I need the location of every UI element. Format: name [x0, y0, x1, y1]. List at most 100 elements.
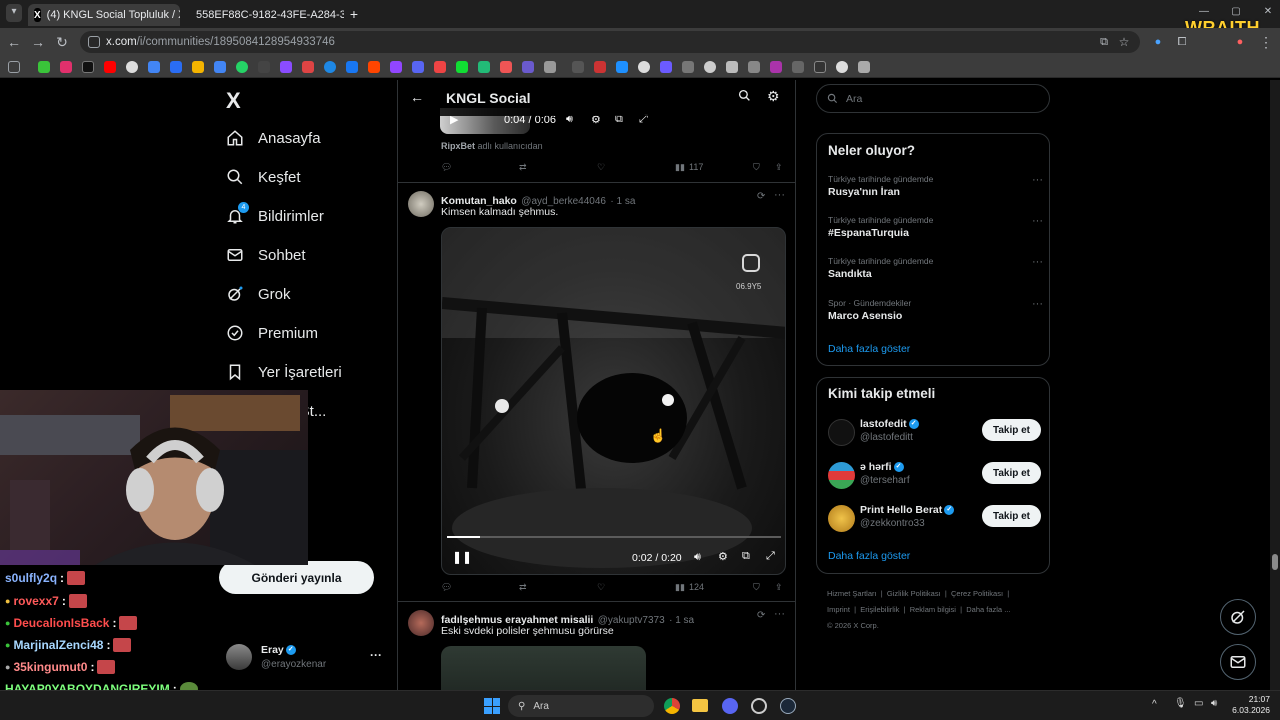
- trend-item[interactable]: Türkiye tarihinde gündemde #EspanaTurqui…: [828, 215, 1043, 239]
- more-options-icon[interactable]: ···: [1032, 256, 1043, 268]
- grok-icon[interactable]: ⟳: [757, 610, 765, 621]
- sidebar-item-notifications[interactable]: 4 Bildirimler: [226, 201, 324, 231]
- page-scrollbar[interactable]: [1270, 80, 1280, 690]
- forward-icon[interactable]: →: [30, 34, 46, 50]
- footer-link[interactable]: Erişilebilirlik: [860, 605, 899, 614]
- account-switcher[interactable]: Eray ✓ @erayozkenar ···: [226, 640, 396, 680]
- bookmark-icon[interactable]: [82, 61, 94, 73]
- like-icon[interactable]: ♡: [597, 582, 605, 593]
- more-options-icon[interactable]: ···: [774, 189, 785, 201]
- file-explorer-icon[interactable]: [692, 699, 708, 712]
- profile-avatar-icon[interactable]: ●: [1232, 34, 1248, 50]
- bookmark-icon[interactable]: [324, 61, 336, 73]
- close-window-icon[interactable]: ✕: [1260, 4, 1276, 20]
- grok-icon[interactable]: ⟳: [757, 191, 765, 202]
- bookmark-icon[interactable]: [148, 61, 160, 73]
- back-arrow-icon[interactable]: ←: [410, 89, 424, 105]
- search-icon[interactable]: [738, 89, 751, 102]
- bookmark-icon[interactable]: [126, 61, 138, 73]
- more-options-icon[interactable]: ···: [1032, 298, 1043, 310]
- bookmark-icon[interactable]: ⛉: [753, 582, 760, 593]
- network-icon[interactable]: ▭: [1194, 698, 1203, 709]
- clock[interactable]: 21:07 6.03.2026: [1232, 694, 1270, 716]
- bookmark-icon[interactable]: [770, 61, 782, 73]
- bookmark-icon[interactable]: [104, 61, 116, 73]
- bookmark-icon[interactable]: [478, 61, 490, 73]
- bookmark-icon[interactable]: [236, 61, 248, 73]
- retweet-icon[interactable]: ⇄: [519, 162, 527, 173]
- bookmark-icon[interactable]: [836, 61, 848, 73]
- sidebar-item-home[interactable]: Anasayfa: [226, 123, 321, 153]
- install-app-icon[interactable]: ⧉: [1096, 34, 1112, 50]
- bookmark-icon[interactable]: [704, 61, 716, 73]
- footer-link[interactable]: Imprint: [827, 605, 850, 614]
- bookmark-icon[interactable]: [682, 61, 694, 73]
- credit-user[interactable]: RipxBet: [441, 141, 475, 151]
- back-icon[interactable]: ←: [6, 34, 22, 50]
- follow-button[interactable]: Takip et: [982, 462, 1041, 484]
- tab-search-button[interactable]: ▾: [6, 4, 22, 22]
- start-button-icon[interactable]: [484, 698, 500, 714]
- follow-suggestion[interactable]: lastofedit ✓ @lastofeditt Takip et: [817, 416, 1051, 456]
- more-options-icon[interactable]: ···: [774, 608, 785, 620]
- x-logo-icon[interactable]: X: [226, 88, 241, 114]
- like-icon[interactable]: ♡: [597, 162, 605, 173]
- bookmark-icon[interactable]: [814, 61, 826, 73]
- reply-icon[interactable]: 💬︎: [441, 582, 452, 593]
- bookmark-icon[interactable]: [500, 61, 512, 73]
- popout-icon[interactable]: ⧉: [742, 550, 750, 563]
- tray-chevron-icon[interactable]: ^: [1152, 699, 1157, 710]
- views-icon[interactable]: ▮▮: [675, 582, 685, 593]
- tweet[interactable]: Komutan_hako @ayd_berke44046 · 1 sa ⟳ ··…: [398, 183, 795, 601]
- bookmark-icon[interactable]: [38, 61, 50, 73]
- bookmark-icon[interactable]: [594, 61, 606, 73]
- bookmark-icon[interactable]: [412, 61, 424, 73]
- extensions-puzzle-icon[interactable]: ⧠: [1174, 34, 1190, 50]
- sidebar-item-explore[interactable]: Keşfet: [226, 162, 301, 192]
- tweet-media[interactable]: [441, 646, 646, 690]
- volume-icon[interactable]: 🔊︎: [694, 551, 701, 564]
- messages-fab[interactable]: [1220, 644, 1256, 680]
- bookmark-icon[interactable]: [572, 61, 584, 73]
- bookmark-icon[interactable]: [858, 61, 870, 73]
- grok-fab[interactable]: [1220, 599, 1256, 635]
- discord-app-icon[interactable]: [722, 698, 738, 714]
- bookmark-icon[interactable]: [726, 61, 738, 73]
- bookmark-icon[interactable]: ⛉: [753, 162, 760, 173]
- pause-icon[interactable]: ❚❚: [452, 550, 472, 564]
- settings-gear-icon[interactable]: ⚙: [767, 88, 780, 105]
- extension-icon[interactable]: ●: [1150, 34, 1166, 50]
- bookmark-star-icon[interactable]: ☆: [1116, 34, 1132, 50]
- url-input[interactable]: x.com/i/communities/1895084128954933746: [80, 31, 1140, 53]
- bookmark-icon[interactable]: [792, 61, 804, 73]
- share-icon[interactable]: ⇪: [775, 162, 783, 173]
- volume-icon[interactable]: 🔊︎: [1211, 698, 1217, 709]
- bookmark-icon[interactable]: [302, 61, 314, 73]
- chrome-app-icon[interactable]: [664, 698, 680, 714]
- tweet-time[interactable]: · 1 sa: [669, 615, 694, 626]
- trend-item[interactable]: Spor · Gündemdekiler Marco Asensio ···: [828, 298, 1043, 322]
- sidebar-item-chat[interactable]: Sohbet: [226, 240, 306, 270]
- avatar[interactable]: [408, 610, 434, 636]
- bookmark-icon[interactable]: [368, 61, 380, 73]
- reply-icon[interactable]: 💬︎: [441, 162, 452, 173]
- bookmark-icon[interactable]: [434, 61, 446, 73]
- show-more-link[interactable]: Daha fazla göster: [828, 343, 910, 355]
- tweet[interactable]: fadılşehmus erayahmet misalii @yakuptv73…: [398, 602, 795, 690]
- avatar[interactable]: [408, 191, 434, 217]
- bookmark-icon[interactable]: [192, 61, 204, 73]
- bookmark-icon[interactable]: [214, 61, 226, 73]
- bookmark-icon[interactable]: [522, 61, 534, 73]
- bookmark-icon[interactable]: [346, 61, 358, 73]
- post-button[interactable]: Gönderi yayınla: [219, 561, 374, 594]
- bookmark-icon[interactable]: [60, 61, 72, 73]
- settings-gear-icon[interactable]: ⚙: [718, 550, 728, 563]
- tweet-time[interactable]: · 1 sa: [610, 196, 635, 207]
- share-icon[interactable]: ⇪: [775, 582, 783, 593]
- trend-item[interactable]: Türkiye tarihinde gündemde Sandıkta ···: [828, 256, 1043, 280]
- video-progress-track[interactable]: [447, 536, 781, 538]
- bookmark-icon[interactable]: [280, 61, 292, 73]
- bookmark-icon[interactable]: [390, 61, 402, 73]
- site-info-icon[interactable]: [88, 36, 100, 48]
- bookmark-icon[interactable]: [638, 61, 650, 73]
